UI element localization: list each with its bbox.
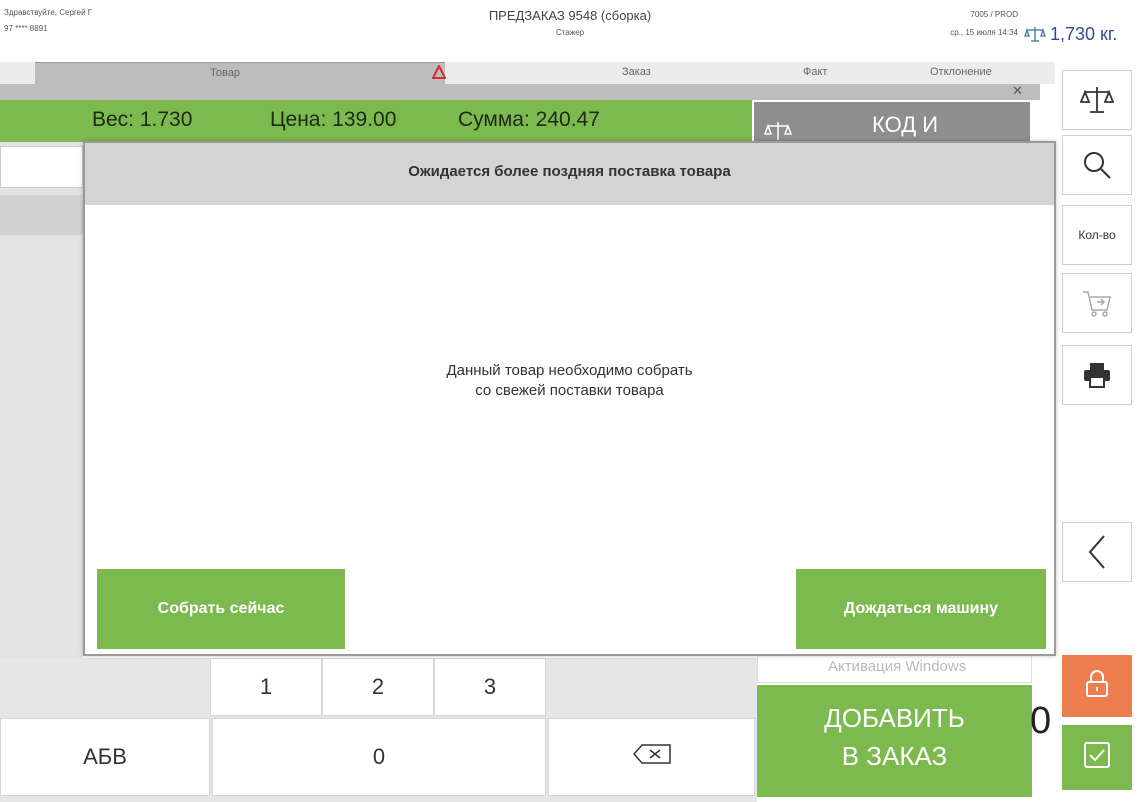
dialog-header: Ожидается более поздняя поставка товара (85, 143, 1054, 205)
dialog-message-line2: со свежей поставки товара (475, 382, 664, 399)
scale-icon (1080, 85, 1114, 115)
price-value: Цена: 139.00 (270, 108, 397, 131)
key-abc[interactable]: АБВ (0, 718, 210, 796)
left-input-cell[interactable] (0, 146, 83, 188)
warning-icon (431, 63, 447, 84)
scale-button[interactable] (1062, 70, 1132, 130)
fact-header-label: Факт (803, 66, 828, 78)
left-row (0, 195, 83, 235)
sum-value: Сумма: 240.47 (458, 108, 600, 131)
info-bar: Вес: 1.730 Цена: 139.00 Сумма: 240.47 (0, 100, 752, 142)
top-bar: Здравствуйте, Сергей Г 97 **** 8891 ПРЕД… (0, 0, 1140, 62)
checkbox-icon (1083, 741, 1111, 774)
close-icon[interactable]: ✕ (1012, 83, 1023, 99)
search-button[interactable] (1062, 135, 1132, 195)
dialog-message: Данный товар необходимо собрать со свеже… (85, 361, 1054, 401)
order-title: ПРЕДЗАКАЗ 9548 (сборка) (488, 8, 652, 23)
add-button-line2: В ЗАКАЗ (841, 741, 948, 771)
search-icon (1082, 150, 1112, 180)
weight-value: Вес: 1.730 (92, 108, 193, 131)
late-delivery-dialog: Ожидается более поздняя поставка товара … (83, 141, 1056, 656)
goods-header-label: Товар (210, 67, 240, 79)
backspace-icon (632, 743, 672, 771)
user-greeting: Здравствуйте, Сергей Г (4, 8, 93, 17)
quantity-value: 0 (1030, 700, 1052, 742)
panel-header-strip (0, 84, 1040, 100)
goods-column-header[interactable]: Товар (35, 62, 445, 84)
printer-icon (1082, 361, 1112, 389)
user-role: Стажер (555, 28, 585, 37)
key-1[interactable]: 1 (210, 658, 322, 716)
backspace-button[interactable] (548, 718, 755, 796)
cart-transfer-icon (1081, 288, 1113, 318)
table-header: Товар Заказ Факт Отклонение (0, 62, 1055, 84)
key-2[interactable]: 2 (322, 658, 434, 716)
key-3[interactable]: 3 (434, 658, 546, 716)
deviation-header-label: Отклонение (930, 66, 992, 78)
dialog-message-line1: Данный товар необходимо собрать (446, 362, 693, 379)
back-button[interactable] (1062, 522, 1132, 582)
dialog-title: Ожидается более поздняя поставка товара (408, 163, 731, 180)
quantity-button[interactable]: Кол-во (1062, 205, 1132, 265)
user-phone: 97 **** 8891 (4, 24, 48, 33)
code-button[interactable]: КОД И (754, 102, 1030, 146)
store-id: 7005 / PROD (970, 10, 1018, 19)
lock-icon (1085, 669, 1109, 703)
scale-weight: 1,730 кг. (1050, 24, 1118, 44)
scale-icon (1024, 26, 1046, 47)
wait-truck-button[interactable]: Дождаться машину (796, 569, 1046, 649)
chevron-left-icon (1084, 532, 1110, 572)
confirm-button[interactable] (1062, 725, 1132, 790)
order-header-label: Заказ (622, 66, 651, 78)
collect-now-button[interactable]: Собрать сейчас (97, 569, 345, 649)
code-button-label: КОД И (872, 112, 939, 137)
print-button[interactable] (1062, 345, 1132, 405)
date-time: ср., 15 июля 14:34 (950, 28, 1018, 37)
cart-transfer-button[interactable] (1062, 273, 1132, 333)
lock-button[interactable] (1062, 655, 1132, 717)
key-0[interactable]: 0 (212, 718, 546, 796)
quantity-input[interactable]: Активация Windows (757, 655, 1032, 683)
add-button-line1: ДОБАВИТЬ (824, 703, 965, 733)
add-to-order-button[interactable]: ДОБАВИТЬ В ЗАКАЗ (757, 685, 1032, 797)
activation-watermark: Активация Windows (828, 658, 967, 675)
